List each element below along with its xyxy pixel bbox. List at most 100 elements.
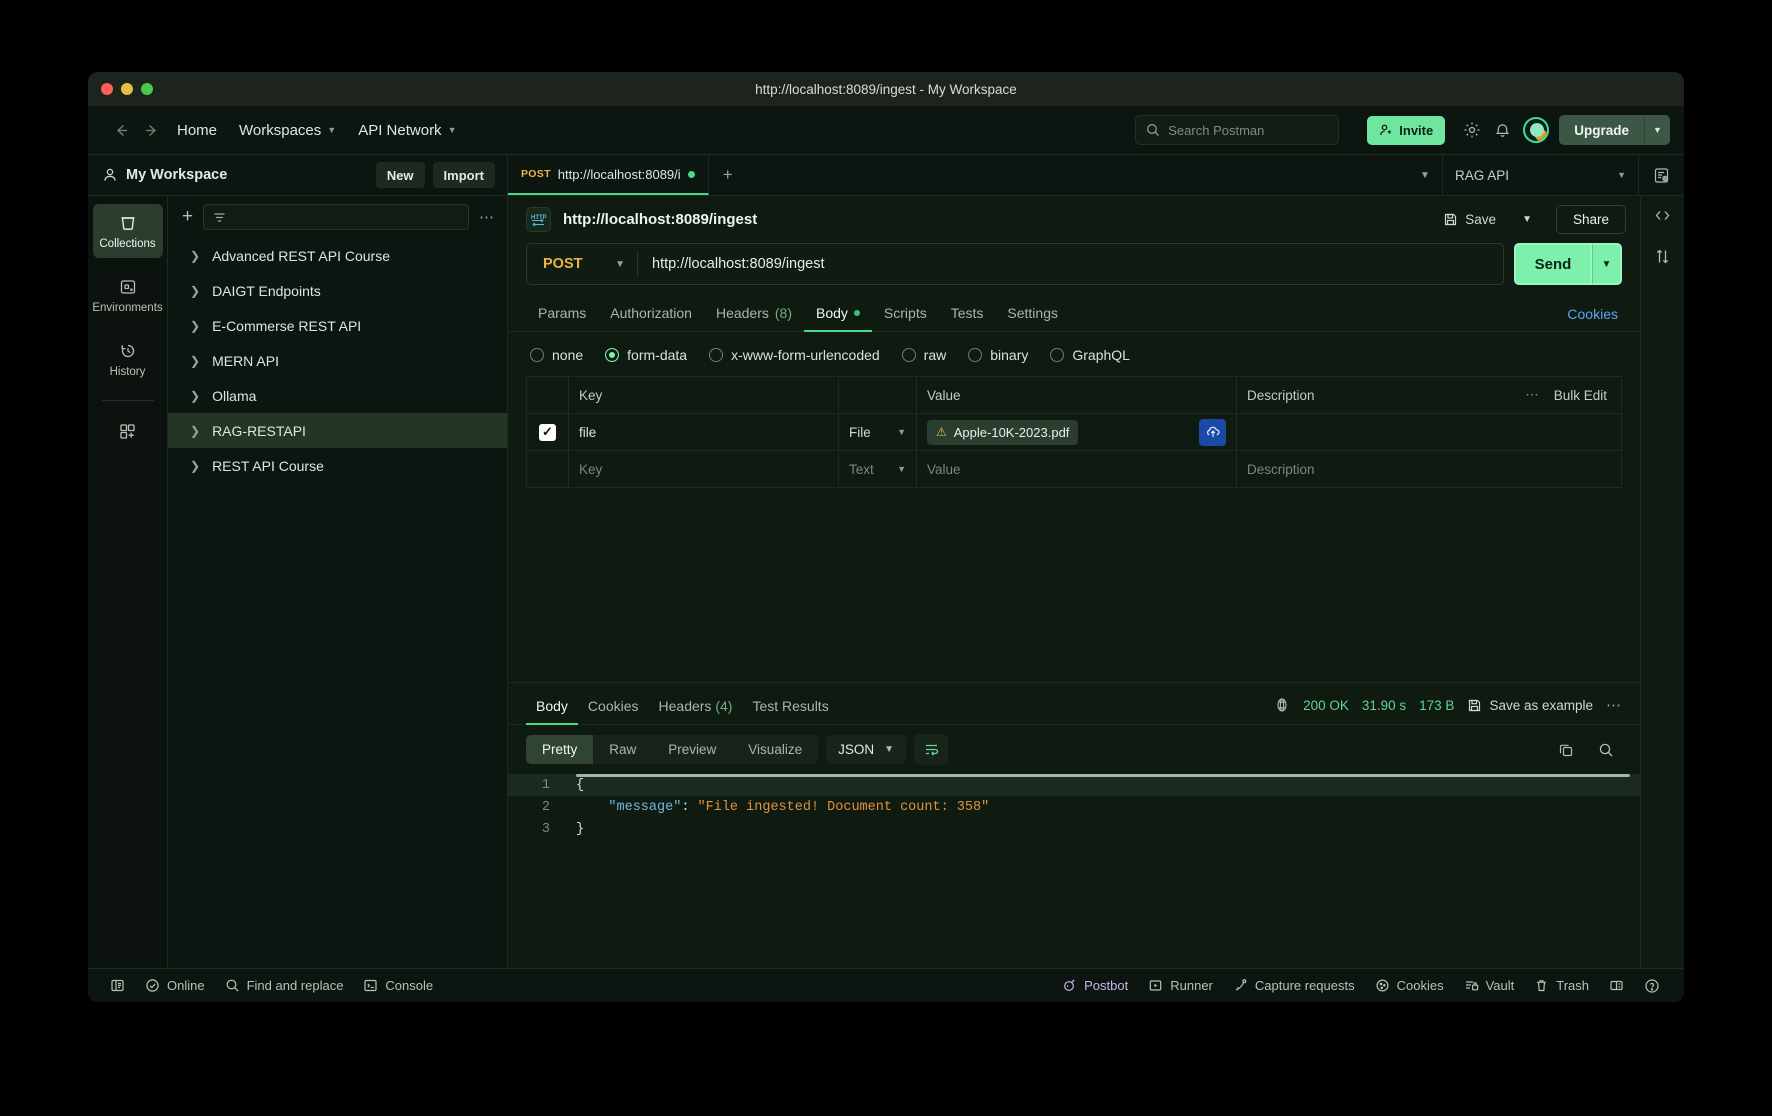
copy-icon[interactable] <box>1550 734 1582 765</box>
chevron-down-icon[interactable]: ▼ <box>1408 155 1442 195</box>
new-row-type-selector[interactable]: Text ▼ <box>839 451 917 487</box>
sidebar-toggle-button[interactable] <box>100 974 135 997</box>
new-row-description-input[interactable]: Description <box>1237 451 1621 487</box>
share-button[interactable]: Share <box>1555 205 1626 234</box>
list-item[interactable]: ❯ Advanced REST API Course <box>168 238 507 273</box>
upgrade-button-group[interactable]: Upgrade ▼ <box>1559 115 1670 145</box>
chevron-right-icon[interactable]: ❯ <box>190 249 200 263</box>
arrow-right-icon[interactable] <box>136 115 166 145</box>
row-checkbox-cell[interactable]: ✓ <box>527 414 569 450</box>
radio-none[interactable]: none <box>530 347 583 363</box>
file-chip[interactable]: ⚠ Apple-10K-2023.pdf <box>927 419 1079 445</box>
sidebar-more-actions-button[interactable]: ⋯ <box>479 208 495 226</box>
invite-button[interactable]: Invite <box>1367 115 1446 145</box>
radio-raw[interactable]: raw <box>901 347 946 363</box>
network-globe-icon[interactable] <box>1274 697 1290 713</box>
compare-icon[interactable] <box>1653 247 1672 266</box>
upgrade-button[interactable]: Upgrade <box>1559 115 1644 145</box>
sidebar-item-environments[interactable]: Environments <box>92 268 163 322</box>
send-button[interactable]: Send <box>1514 243 1592 285</box>
create-new-button[interactable]: + <box>182 206 193 228</box>
add-apps-button[interactable] <box>93 413 163 449</box>
code-snippet-icon[interactable] <box>1653 206 1672 225</box>
tab-body[interactable]: Body <box>804 299 872 332</box>
sidebar-filter-input[interactable] <box>203 204 469 230</box>
row-checkbox-cell[interactable] <box>527 451 569 487</box>
nav-home[interactable]: Home <box>166 117 228 144</box>
list-item[interactable]: ❯ DAIGT Endpoints <box>168 273 507 308</box>
list-item-selected[interactable]: ❯ RAG-RESTAPI <box>168 413 507 448</box>
send-button-group[interactable]: Send ▼ <box>1514 243 1622 285</box>
format-visualize-button[interactable]: Visualize <box>732 735 818 764</box>
url-input[interactable]: http://localhost:8089/ingest <box>638 256 1503 272</box>
bulk-edit-button[interactable]: Bulk Edit <box>1554 388 1607 403</box>
help-button[interactable] <box>1634 974 1670 998</box>
vault-button[interactable]: Vault <box>1454 974 1525 997</box>
nav-api-network[interactable]: API Network ▼ <box>347 117 467 144</box>
find-and-replace-button[interactable]: Find and replace <box>215 974 354 997</box>
search-icon[interactable] <box>1590 734 1622 765</box>
chevron-right-icon[interactable]: ❯ <box>190 354 200 368</box>
nav-workspaces[interactable]: Workspaces ▼ <box>228 117 347 144</box>
response-tab-body[interactable]: Body <box>526 692 578 725</box>
chevron-right-icon[interactable]: ❯ <box>190 389 200 403</box>
radio-x-www-form-urlencoded[interactable]: x-www-form-urlencoded <box>709 347 880 363</box>
bulk-edit-cell[interactable]: ⋯ Bulk Edit <box>1425 377 1621 413</box>
list-item[interactable]: ❯ REST API Course <box>168 448 507 483</box>
list-item[interactable]: ❯ Ollama <box>168 378 507 413</box>
arrow-left-icon[interactable] <box>106 115 136 145</box>
chevron-right-icon[interactable]: ❯ <box>190 459 200 473</box>
chevron-right-icon[interactable]: ❯ <box>190 284 200 298</box>
response-tab-cookies[interactable]: Cookies <box>578 692 649 725</box>
chevron-right-icon[interactable]: ❯ <box>190 424 200 438</box>
save-as-example-button[interactable]: Save as example <box>1467 698 1593 713</box>
cookies-button[interactable]: Cookies <box>1365 974 1454 997</box>
environment-quick-look-icon[interactable] <box>1638 155 1684 195</box>
format-raw-button[interactable]: Raw <box>593 735 652 764</box>
search-input[interactable]: Search Postman <box>1135 115 1340 145</box>
tab-scripts[interactable]: Scripts <box>872 299 939 332</box>
new-button[interactable]: New <box>375 162 425 188</box>
wrap-lines-button[interactable] <box>914 734 949 765</box>
response-tab-test-results[interactable]: Test Results <box>742 692 838 725</box>
import-button[interactable]: Import <box>432 162 495 188</box>
chevron-down-icon[interactable]: ▼ <box>1644 115 1670 145</box>
cookies-link[interactable]: Cookies <box>1563 300 1622 331</box>
list-item[interactable]: ❯ MERN API <box>168 343 507 378</box>
list-item[interactable]: ❯ E-Commerse REST API <box>168 308 507 343</box>
layout-toggle-button[interactable] <box>1599 974 1634 997</box>
format-preview-button[interactable]: Preview <box>652 735 732 764</box>
sidebar-item-history[interactable]: History <box>93 332 163 386</box>
avatar[interactable] <box>1523 117 1550 143</box>
tab-params[interactable]: Params <box>526 299 598 332</box>
environment-selector[interactable]: RAG API ▼ <box>1442 155 1638 195</box>
checkbox-checked-icon[interactable]: ✓ <box>539 423 556 441</box>
horizontal-scrollbar[interactable] <box>576 774 1630 777</box>
method-selector[interactable]: POST ▼ <box>527 256 637 272</box>
row-value-cell[interactable]: ⚠ Apple-10K-2023.pdf <box>917 414 1237 450</box>
tab-authorization[interactable]: Authorization <box>598 299 704 332</box>
new-tab-button[interactable]: + <box>709 155 747 195</box>
capture-requests-button[interactable]: Capture requests <box>1223 974 1365 997</box>
response-tab-headers[interactable]: Headers (4) <box>649 692 743 725</box>
cloud-upload-icon[interactable] <box>1199 418 1226 446</box>
save-button[interactable]: Save <box>1435 207 1504 232</box>
chevron-down-icon[interactable]: ▼ <box>1516 214 1538 225</box>
language-selector[interactable]: JSON ▼ <box>826 735 907 764</box>
response-body-code[interactable]: 1 { 2 "message": "File ingested! Documen… <box>508 774 1640 968</box>
more-actions-icon[interactable]: ⋯ <box>1525 387 1540 403</box>
row-key-input[interactable]: file <box>569 414 839 450</box>
tab-headers[interactable]: Headers (8) <box>704 299 804 332</box>
select-all-cell[interactable] <box>527 377 569 413</box>
chevron-right-icon[interactable]: ❯ <box>190 319 200 333</box>
row-description-input[interactable] <box>1237 414 1621 450</box>
radio-graphql[interactable]: GraphQL <box>1050 347 1130 363</box>
tab-tests[interactable]: Tests <box>939 299 996 332</box>
runner-button[interactable]: Runner <box>1138 974 1223 997</box>
new-row-key-input[interactable]: Key <box>569 451 839 487</box>
radio-form-data[interactable]: form-data <box>605 347 687 363</box>
request-tab[interactable]: POST http://localhost:8089/i <box>508 155 709 195</box>
gear-icon[interactable] <box>1457 115 1487 145</box>
row-type-selector[interactable]: File ▼ <box>839 414 917 450</box>
online-status-button[interactable]: Online <box>135 974 215 997</box>
